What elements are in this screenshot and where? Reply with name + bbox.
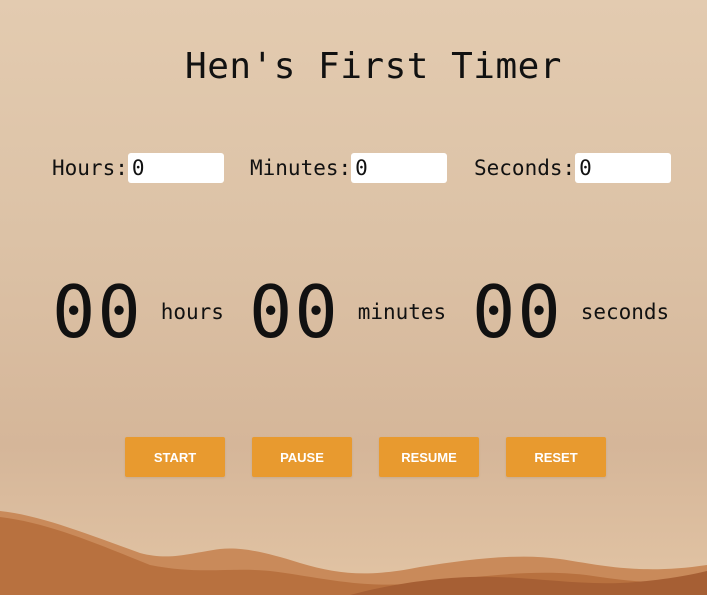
hours-label: Hours: — [52, 156, 128, 180]
hours-input[interactable] — [127, 153, 224, 183]
seconds-display: 00 seconds — [472, 272, 669, 352]
minutes-field-group: Minutes: — [250, 152, 448, 184]
seconds-digits: 00 — [472, 270, 563, 354]
seconds-label: Seconds: — [474, 156, 576, 180]
resume-button[interactable]: RESUME — [379, 437, 479, 477]
seconds-unit-label: seconds — [580, 300, 670, 324]
reset-button[interactable]: RESET — [506, 437, 606, 477]
hours-digits: 00 — [52, 270, 143, 354]
hours-display: 00 hours — [52, 272, 224, 352]
timer-display: 00 hours 00 minutes 00 seconds — [0, 272, 707, 352]
minutes-label: Minutes: — [250, 156, 352, 180]
seconds-field-group: Seconds: — [474, 152, 672, 184]
minutes-digits: 00 — [249, 270, 340, 354]
minutes-display: 00 minutes — [249, 272, 446, 352]
start-button[interactable]: START — [125, 437, 225, 477]
seconds-input[interactable] — [575, 153, 672, 183]
hours-unit-label: hours — [160, 300, 224, 324]
hours-field-group: Hours: — [52, 152, 224, 184]
pause-button[interactable]: PAUSE — [252, 437, 352, 477]
minutes-input[interactable] — [351, 153, 448, 183]
page-title: Hen's First Timer — [185, 46, 562, 87]
minutes-unit-label: minutes — [357, 300, 447, 324]
desert-dunes-background — [0, 511, 707, 595]
